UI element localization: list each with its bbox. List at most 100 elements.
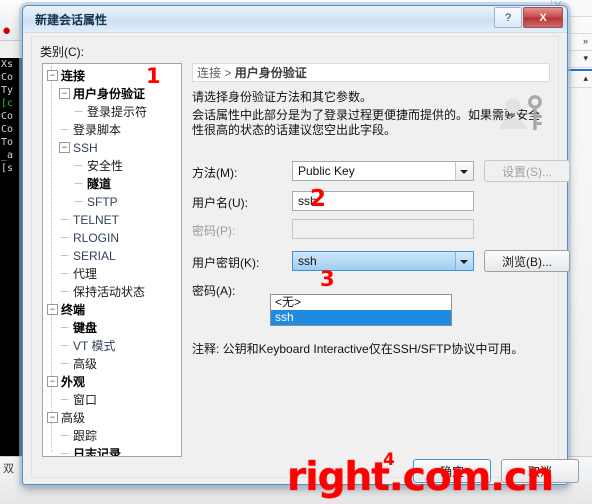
category-label: 类别(C):	[40, 45, 84, 59]
tree-node[interactable]: ─ SFTP	[45, 192, 181, 210]
tree-node-label: 用户身份验证	[73, 86, 146, 101]
tree-leaf-icon: ─	[74, 106, 83, 118]
tree-leaf-icon: ─	[60, 358, 69, 370]
settings-pane: 连接 > 用户身份验证 请选择身份验证方法和其它参数。 会话属性中此部分是为了登…	[192, 63, 570, 457]
status-text: 双	[3, 463, 14, 475]
tree-leaf-icon: ─	[60, 394, 69, 406]
tree-expander-icon[interactable]: −	[59, 142, 70, 154]
password-row: 密码(P):	[192, 219, 550, 241]
tree-node[interactable]: ─ 保持活动状态	[45, 282, 181, 300]
password-label: 密码(P):	[192, 224, 236, 238]
tree-node[interactable]: ─ 代理	[45, 264, 181, 282]
watermark: right.com.cn	[287, 455, 554, 500]
chevron-down-icon	[460, 170, 468, 174]
username-label: 用户名(U):	[192, 196, 248, 210]
userkey-value: ssh	[298, 254, 317, 268]
tree-node-label: 外观	[61, 374, 86, 389]
tree-node-label: 保持活动状态	[73, 284, 146, 299]
breadcrumb-parent: 连接	[197, 66, 222, 80]
tree-node-label: 窗口	[73, 392, 98, 407]
tree-node[interactable]: − 外观	[45, 372, 181, 390]
tree-node-label: SFTP	[87, 194, 118, 209]
tree-node-label: 键盘	[73, 320, 98, 335]
tree-node[interactable]: − SSH	[45, 138, 181, 156]
tree-expander-icon[interactable]: −	[47, 304, 58, 316]
tree-node-label: 跟踪	[73, 428, 98, 443]
tree-node[interactable]: ─ 高级	[45, 354, 181, 372]
annotation-marker-2: 2	[310, 186, 327, 212]
background-logo-icon: ●	[2, 22, 12, 39]
user-key-icon	[492, 95, 552, 135]
tree-node-label: 隧道	[87, 176, 112, 191]
tree-node-label: TELNET	[73, 212, 120, 227]
tree-expander-icon[interactable]: −	[47, 376, 58, 388]
dialog-title-bar[interactable]: 新建会话属性 ? X	[23, 6, 567, 33]
tree-node[interactable]: ─ RLOGIN	[45, 228, 181, 246]
userkey-dropdown-list[interactable]: <无> ssh	[270, 294, 452, 326]
tree-node-list: − 连接 − 用户身份验证 ─ 登录提示符 ─ 登录脚本 − SSH ─ 安全性 ─ 隧道 ─ SFTP ─ TE…	[45, 66, 181, 457]
breadcrumb-current: 用户身份验证	[234, 66, 307, 80]
tree-node-label: 登录脚本	[73, 122, 122, 137]
tree-leaf-icon: ─	[60, 322, 69, 334]
tree-expander-icon[interactable]: −	[47, 70, 58, 82]
breadcrumb: 连接 > 用户身份验证	[192, 63, 550, 82]
tree-node[interactable]: ─ 跟踪	[45, 426, 181, 444]
tree-leaf-icon: ─	[60, 124, 69, 136]
tree-node[interactable]: ─ 隧道	[45, 174, 181, 192]
tree-node-label: 安全性	[87, 158, 124, 173]
tree-node-label: VT 模式	[73, 338, 116, 353]
tree-node-label: 登录提示符	[87, 104, 148, 119]
tree-leaf-icon: ─	[60, 286, 69, 298]
tree-node[interactable]: ─ SERIAL	[45, 246, 181, 264]
username-row: 用户名(U): ssh	[192, 191, 550, 213]
dropdown-option-none[interactable]: <无>	[271, 295, 451, 310]
tree-expander-icon[interactable]: −	[47, 412, 58, 424]
tree-leaf-icon: ─	[60, 268, 69, 280]
tree-node[interactable]: ─ 登录脚本	[45, 120, 181, 138]
window-button-group: ? X	[493, 7, 563, 28]
tree-node[interactable]: ─ TELNET	[45, 210, 181, 228]
tree-node-label: 代理	[73, 266, 98, 281]
settings-button[interactable]: 设置(S)...	[484, 160, 570, 182]
userkey-label: 用户密钥(K):	[192, 256, 260, 270]
tree-node-label: SERIAL	[73, 248, 116, 263]
dialog-title: 新建会话属性	[35, 13, 108, 27]
dropdown-option-ssh[interactable]: ssh	[271, 310, 451, 325]
annotation-marker-3: 3	[320, 267, 335, 291]
tree-leaf-icon: ─	[74, 160, 83, 172]
tree-node-label: 日志记录	[73, 446, 122, 457]
password-input[interactable]	[292, 219, 474, 239]
tree-node[interactable]: ─ 安全性	[45, 156, 181, 174]
passphrase-label: 密码(A):	[192, 284, 236, 298]
tree-leaf-icon: ─	[60, 430, 69, 442]
userkey-row: 用户密钥(K): ssh 浏览(B)...	[192, 250, 570, 273]
method-row: 方法(M): Public Key 设置(S)...	[192, 160, 570, 183]
session-properties-dialog: 新建会话属性 ? X 类别(C): − 连接 − 用户身份验证 ─ 登录提示符 ─ 登录脚本 −…	[22, 5, 579, 485]
method-combobox[interactable]: Public Key	[292, 161, 474, 181]
tree-leaf-icon: ─	[60, 340, 69, 352]
tree-leaf-icon: ─	[60, 448, 69, 457]
tree-leaf-icon: ─	[74, 196, 83, 208]
tree-node[interactable]: ─ 键盘	[45, 318, 181, 336]
tree-node[interactable]: ─ VT 模式	[45, 336, 181, 354]
tree-node[interactable]: ─ 日志记录	[45, 444, 181, 457]
tree-leaf-icon: ─	[74, 178, 83, 190]
tree-node[interactable]: − 终端	[45, 300, 181, 318]
dialog-body: 类别(C): − 连接 − 用户身份验证 ─ 登录提示符 ─ 登录脚本 − SSH ─ 安全性 ─ 隧道 ─…	[31, 36, 570, 478]
tree-node-label: SSH	[73, 140, 98, 155]
tree-leaf-icon: ─	[60, 214, 69, 226]
category-tree[interactable]: − 连接 − 用户身份验证 ─ 登录提示符 ─ 登录脚本 − SSH ─ 安全性 ─ 隧道 ─ SFTP ─ TE…	[42, 63, 182, 457]
tree-node[interactable]: − 高级	[45, 408, 181, 426]
tree-leaf-icon: ─	[60, 232, 69, 244]
tree-node-label: RLOGIN	[73, 230, 120, 245]
tree-node-label: 高级	[61, 410, 86, 425]
tree-node[interactable]: ─ 登录提示符	[45, 102, 181, 120]
browse-button[interactable]: 浏览(B)...	[484, 250, 570, 272]
tree-expander-icon[interactable]: −	[59, 88, 70, 100]
tree-node[interactable]: ─ 窗口	[45, 390, 181, 408]
tree-node-label: 连接	[61, 68, 86, 83]
close-button[interactable]: X	[523, 7, 563, 28]
tree-node-label: 高级	[73, 356, 98, 371]
note-text: 注释: 公钥和Keyboard Interactive仅在SSH/SFTP协议中…	[192, 342, 524, 356]
help-button[interactable]: ?	[494, 7, 522, 28]
